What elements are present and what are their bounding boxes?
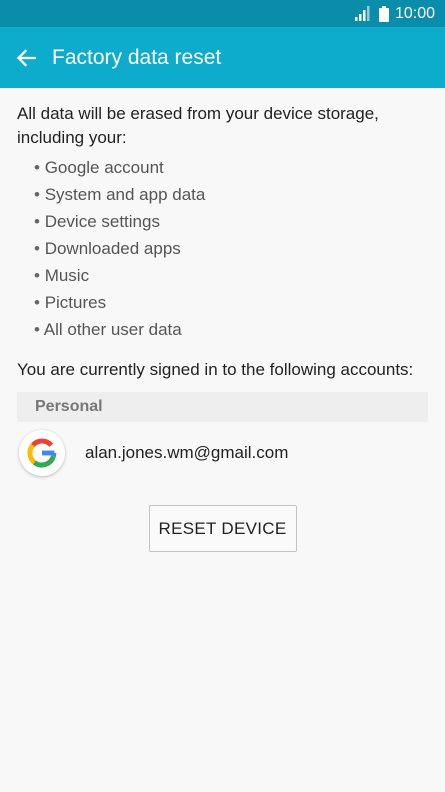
app-bar: Factory data reset bbox=[0, 27, 445, 88]
list-item: System and app data bbox=[34, 181, 428, 208]
battery-icon bbox=[378, 5, 389, 22]
signal-icon bbox=[354, 6, 370, 21]
google-icon bbox=[27, 438, 57, 468]
status-time: 10:00 bbox=[394, 4, 435, 22]
signed-in-text: You are currently signed in to the follo… bbox=[17, 360, 414, 379]
list-item: All other user data bbox=[34, 316, 428, 343]
list-item: Pictures bbox=[34, 289, 428, 316]
account-row: alan.jones.wm@gmail.com bbox=[17, 422, 428, 484]
list-item: Google account bbox=[34, 154, 428, 181]
status-bar: 10:00 bbox=[0, 0, 445, 27]
list-item: Device settings bbox=[34, 208, 428, 235]
page-title: Factory data reset bbox=[52, 45, 222, 69]
intro-text: All data will be erased from your device… bbox=[17, 104, 379, 147]
back-button[interactable] bbox=[0, 27, 52, 88]
button-container: RESET DEVICE bbox=[17, 505, 428, 552]
list-item: Downloaded apps bbox=[34, 235, 428, 262]
main-content: All data will be erased from your device… bbox=[0, 88, 445, 552]
erased-data-list: Google account System and app data Devic… bbox=[17, 154, 428, 343]
list-item: Music bbox=[34, 262, 428, 289]
reset-device-button[interactable]: RESET DEVICE bbox=[148, 505, 297, 552]
account-email: alan.jones.wm@gmail.com bbox=[85, 443, 289, 462]
account-avatar bbox=[19, 430, 65, 476]
account-section-header: Personal bbox=[17, 392, 428, 422]
arrow-left-icon bbox=[16, 48, 36, 67]
